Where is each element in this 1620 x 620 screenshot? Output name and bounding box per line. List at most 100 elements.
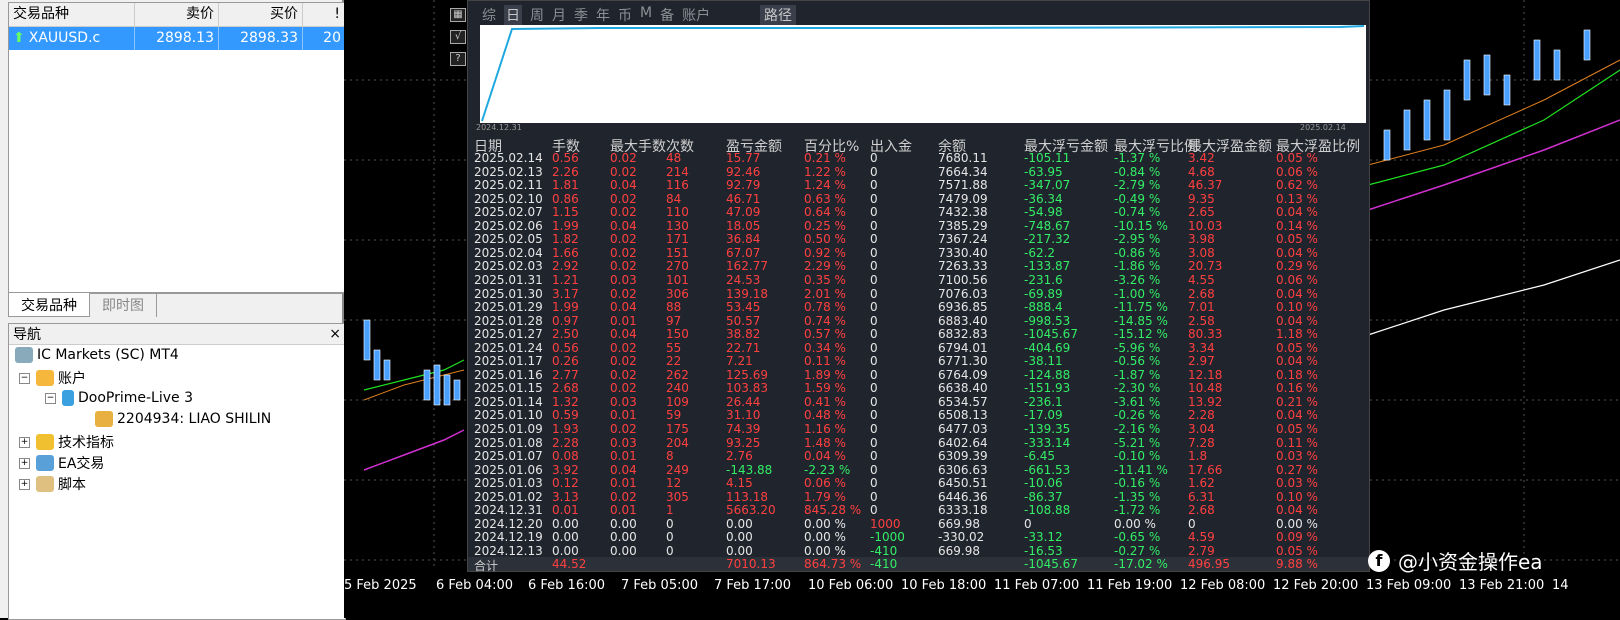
- cell-balance: 669.98: [938, 516, 980, 531]
- period-tab[interactable]: 季: [574, 5, 588, 25]
- cell-pct: -2.23 %: [804, 462, 851, 477]
- cell-pct: 0.50 %: [804, 232, 846, 247]
- col-symbol[interactable]: 交易品种: [9, 3, 135, 26]
- period-tab[interactable]: 月: [552, 5, 566, 25]
- cell-max-fp: 20.73: [1188, 259, 1223, 274]
- cell-max-dd: -54.98: [1024, 205, 1063, 220]
- nav-scripts[interactable]: + 脚本: [19, 474, 86, 494]
- nav-broker-label: DooPrime-Live 3: [78, 390, 194, 406]
- col-bid[interactable]: 卖价: [135, 3, 219, 26]
- cell-max-fp: 2.65: [1188, 205, 1215, 220]
- collapse-icon[interactable]: −: [45, 392, 56, 404]
- period-tab[interactable]: 综: [482, 5, 496, 25]
- cell-lots: 0.59: [552, 408, 579, 423]
- path-button[interactable]: 路径: [760, 5, 796, 25]
- cell-deposit: 0: [870, 489, 878, 504]
- nav-root[interactable]: IC Markets (SC) MT4: [15, 347, 179, 363]
- cell-pnl: 5663.20: [726, 503, 776, 518]
- summary-max-dd: -1045.67: [1024, 557, 1078, 571]
- cell-count: 171: [666, 232, 689, 247]
- time-label: 7 Feb 17:00: [714, 578, 792, 593]
- cell-pct: 0.35 %: [804, 272, 846, 287]
- cell-max-fp-pct: 0.04 %: [1276, 354, 1318, 369]
- nav-broker[interactable]: − DooPrime-Live 3: [45, 390, 193, 406]
- nav-accounts[interactable]: − 账户: [19, 368, 86, 388]
- ask-cell: 2898.33: [219, 27, 303, 50]
- symbol-row[interactable]: ⬆ XAUUSD.c 2898.13 2898.33 20: [9, 27, 345, 50]
- cell-lots: 1.93: [552, 422, 579, 436]
- period-tab[interactable]: 备: [660, 5, 674, 25]
- navigator-header: 导航 ×: [9, 324, 345, 345]
- cell-pnl: 125.69: [726, 367, 768, 382]
- cell-max-dd: -333.14: [1024, 435, 1071, 450]
- cell-lots: 1.99: [552, 218, 579, 233]
- cell-count: 55: [666, 340, 682, 355]
- cell-date: 2025.01.29: [474, 300, 543, 315]
- cell-max-dd-pct: -11.41 %: [1114, 462, 1168, 477]
- nav-indicators[interactable]: + 技术指标: [19, 432, 114, 452]
- cell-pct: 1.22 %: [804, 164, 846, 179]
- period-tab[interactable]: 币: [618, 5, 632, 25]
- cell-deposit: 0: [870, 151, 878, 165]
- cell-date: 2025.01.17: [474, 354, 543, 369]
- cell-pct: 0.41 %: [804, 394, 846, 409]
- cell-pnl: 50.57: [726, 313, 761, 328]
- period-tab[interactable]: 年: [596, 5, 610, 25]
- cell-date: 2025.01.03: [474, 476, 543, 491]
- cell-date: 2025.01.08: [474, 435, 543, 450]
- cell-deposit: 0: [870, 327, 878, 342]
- collapse-icon[interactable]: −: [19, 372, 30, 384]
- expand-icon[interactable]: +: [19, 478, 30, 490]
- period-tab[interactable]: 日: [504, 5, 522, 25]
- col-spread[interactable]: !: [303, 3, 345, 26]
- expand-icon[interactable]: +: [19, 436, 30, 448]
- cell-max-dd: -404.69: [1024, 340, 1071, 355]
- symbol-name: XAUUSD.c: [28, 30, 101, 46]
- cell-pnl: -143.88: [726, 462, 773, 477]
- period-tab[interactable]: 账户: [682, 5, 710, 25]
- cell-max-fp-pct: 0.06 %: [1276, 164, 1318, 179]
- cell-pnl: 92.79: [726, 178, 761, 193]
- cell-count: 8: [666, 449, 674, 464]
- cell-count: 48: [666, 151, 682, 165]
- cell-pct: 845.28 %: [804, 503, 862, 518]
- equity-white-line: [1367, 259, 1620, 336]
- tab-symbols[interactable]: 交易品种: [8, 293, 90, 317]
- col-ask[interactable]: 买价: [219, 3, 303, 26]
- cell-date: 2025.02.05: [474, 232, 543, 247]
- check-icon[interactable]: √: [450, 30, 466, 44]
- cell-pnl: 38.82: [726, 327, 761, 342]
- cell-pnl: 67.07: [726, 245, 761, 260]
- nav-root-label: IC Markets (SC) MT4: [37, 347, 179, 363]
- cell-pnl: 0.00: [726, 516, 753, 531]
- grid-icon[interactable]: ▦: [450, 8, 466, 22]
- cell-pct: 1.89 %: [804, 367, 846, 382]
- cell-max-dd-pct: -1.00 %: [1114, 286, 1161, 301]
- cell-max-dd: -62.2: [1024, 245, 1056, 260]
- ma-magenta-line: [363, 429, 465, 471]
- summary-lots: 44.52: [552, 557, 587, 571]
- cell-max-dd-pct: -0.26 %: [1114, 408, 1161, 423]
- cell-max-lots: 0.01: [610, 449, 637, 464]
- period-tab[interactable]: 周: [530, 5, 544, 25]
- nav-account[interactable]: 2204934: LIAO SHILIN: [95, 411, 271, 427]
- cell-pct: 0.00 %: [804, 530, 846, 545]
- navigator-title: 导航: [13, 327, 41, 343]
- tab-tick-chart[interactable]: 即时图: [90, 293, 157, 317]
- cell-date: 2025.01.24: [474, 340, 543, 355]
- equity-end-label: 2025.02.14: [1300, 123, 1346, 132]
- expand-icon[interactable]: +: [19, 457, 30, 469]
- cell-lots: 1.21: [552, 272, 579, 287]
- help-icon[interactable]: ?: [450, 52, 466, 66]
- equity-curve-chart: [480, 25, 1366, 123]
- cell-count: 262: [666, 367, 689, 382]
- period-tab[interactable]: M: [640, 5, 652, 25]
- equity-start-label: 2024.12.31: [476, 123, 522, 132]
- close-icon[interactable]: ×: [329, 326, 341, 342]
- nav-indicators-label: 技术指标: [58, 435, 114, 451]
- left-panel: 交易品种 卖价 买价 ! ⬆ XAUUSD.c 2898.13 2898.33 2…: [0, 0, 346, 620]
- cell-pct: 0.48 %: [804, 408, 846, 423]
- cell-max-dd-pct: -2.30 %: [1114, 381, 1161, 396]
- cell-max-lots: 0.04: [610, 327, 637, 342]
- nav-ea[interactable]: + EA交易: [19, 453, 104, 473]
